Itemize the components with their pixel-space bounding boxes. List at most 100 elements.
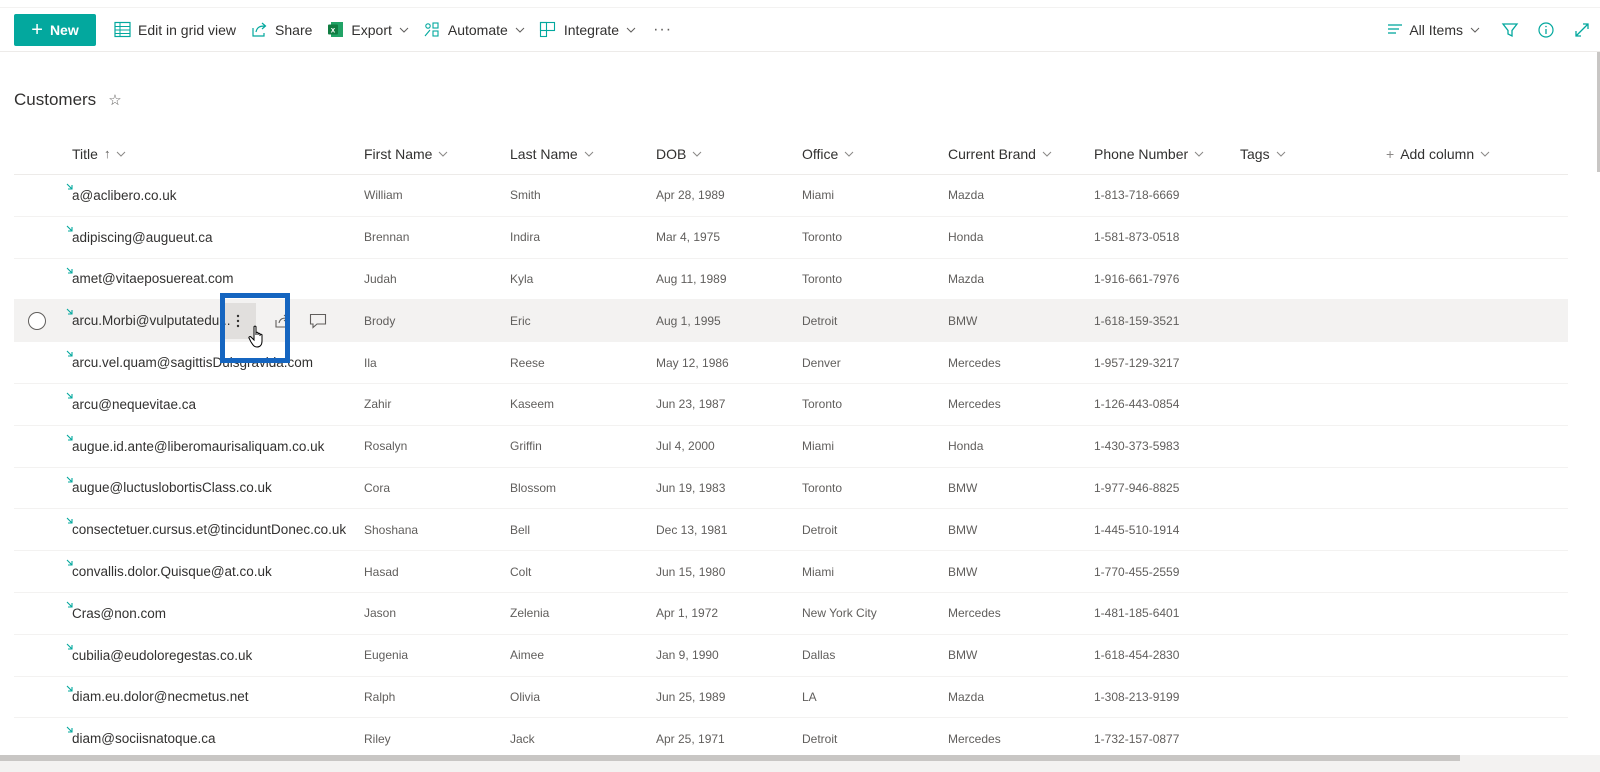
filter-button[interactable] (1492, 14, 1528, 46)
office-cell: LA (802, 689, 817, 704)
brand-cell: Mazda (948, 689, 985, 704)
title-link[interactable]: augue@luctuslobortisClass.co.uk (72, 480, 272, 495)
title-cell[interactable]: arcu.vel.quam@sagittisDuisgravida.com (66, 342, 313, 383)
title-link[interactable]: a@aclibero.co.uk (72, 188, 177, 203)
horizontal-scrollbar[interactable] (0, 755, 1600, 772)
last-name-cell: Blossom (510, 480, 557, 495)
view-commands: All Items (1387, 8, 1600, 52)
sort-ascending-icon: ↑ (103, 146, 111, 161)
export-label: Export (351, 21, 392, 38)
favorite-star-icon[interactable]: ☆ (108, 91, 121, 109)
title-cell[interactable]: a@aclibero.co.uk (66, 175, 177, 216)
export-button[interactable]: x Export (319, 14, 415, 46)
new-button[interactable]: + New (14, 13, 96, 46)
new-item-icon (66, 309, 73, 315)
table-row[interactable]: a@aclibero.co.uk William Smith Apr 28, 1989… (14, 175, 1568, 217)
more-commands-button[interactable]: ··· (643, 21, 682, 39)
title-link[interactable]: Cras@non.com (72, 606, 166, 621)
office-cell: Detroit (802, 522, 838, 537)
expand-icon (1575, 23, 1589, 37)
column-header-title[interactable]: Title ↑ (72, 146, 126, 162)
brand-cell: BMW (948, 648, 978, 663)
title-link[interactable]: diam@sociisnatoque.ca (72, 731, 216, 746)
table-row[interactable]: Cras@non.com Jason Zelenia Apr 1, 1972 New Y… (14, 593, 1568, 635)
table-row[interactable]: cubilia@eudoloregestas.co.uk Eugenia Aimee… (14, 635, 1568, 677)
title-link[interactable]: augue.id.ante@liberomaurisaliquam.co.uk (72, 439, 324, 454)
plus-icon: + (1386, 145, 1395, 162)
brand-cell: BMW (948, 522, 978, 537)
table-row[interactable]: arcu@nequevitae.ca Zahir Kaseem Jun 23, 198… (14, 384, 1568, 426)
table-row[interactable]: consectetuer.cursus.et@tinciduntDonec.co… (14, 509, 1568, 552)
title-cell[interactable]: convallis.dolor.Quisque@at.co.uk (66, 551, 272, 592)
row-select-checkbox[interactable] (28, 312, 46, 331)
title-link[interactable]: arcu.Morbi@vulputatedu... (72, 313, 231, 328)
dob-cell: Apr 28, 1989 (656, 188, 725, 203)
title-link[interactable]: diam.eu.dolor@necmetus.net (72, 689, 249, 704)
table-row[interactable]: arcu.Morbi@vulputatedu... Brody Eric Aug 1,… (14, 300, 1568, 343)
title-link[interactable]: arcu.vel.quam@sagittisDuisgravida.com (72, 355, 313, 370)
title-cell[interactable]: diam@sociisnatoque.ca (66, 718, 216, 759)
first-name-cell: Cora (364, 480, 391, 495)
share-button[interactable]: Share (243, 14, 319, 46)
dob-cell: Jun 25, 1989 (656, 689, 726, 704)
column-last-name-label: Last Name (510, 145, 578, 162)
first-name-cell: Ralph (364, 689, 396, 704)
office-cell: Detroit (802, 731, 838, 746)
integrate-button[interactable]: Integrate (532, 14, 643, 46)
title-link[interactable]: amet@vitaeposuereat.com (72, 271, 234, 286)
column-header-phone-number[interactable]: Phone Number (1094, 146, 1204, 162)
row-actions (220, 303, 334, 340)
title-link[interactable]: consectetuer.cursus.et@tinciduntDonec.co… (72, 522, 346, 537)
table-row[interactable]: amet@vitaeposuereat.com Judah Kyla Aug 11, … (14, 259, 1568, 301)
chevron-down-icon (1042, 151, 1052, 157)
table-row[interactable]: augue.id.ante@liberomaurisaliquam.co.uk R… (14, 426, 1568, 468)
expand-button[interactable] (1564, 14, 1600, 46)
chevron-down-icon (1194, 151, 1204, 157)
first-name-cell: Rosalyn (364, 439, 408, 454)
title-cell[interactable]: Cras@non.com (66, 593, 166, 634)
table-row[interactable]: diam.eu.dolor@necmetus.net Ralph Olivia Jun… (14, 677, 1568, 719)
title-cell[interactable]: augue@luctuslobortisClass.co.uk (66, 468, 272, 509)
title-cell[interactable]: cubilia@eudoloregestas.co.uk (66, 635, 252, 676)
row-comment-button[interactable] (302, 305, 334, 337)
column-header-last-name[interactable]: Last Name (510, 146, 594, 162)
horizontal-scrollbar-thumb[interactable] (0, 755, 1460, 761)
column-header-tags[interactable]: Tags (1240, 146, 1286, 162)
column-header-current-brand[interactable]: Current Brand (948, 146, 1052, 162)
last-name-cell: Jack (510, 731, 535, 746)
brand-cell: BMW (948, 564, 978, 579)
title-cell[interactable]: amet@vitaeposuereat.com (66, 259, 234, 300)
new-item-icon (66, 517, 73, 524)
table-row[interactable]: adipiscing@augueut.ca Brennan Indira Mar 4,… (14, 217, 1568, 259)
table-row[interactable]: diam@sociisnatoque.ca Riley Jack Apr 25, 19… (14, 718, 1568, 761)
table-row[interactable]: augue@luctuslobortisClass.co.uk Cora Bloss… (14, 468, 1568, 510)
title-cell[interactable]: arcu.Morbi@vulputatedu... (66, 300, 231, 341)
title-link[interactable]: cubilia@eudoloregestas.co.uk (72, 648, 252, 663)
office-cell: Dallas (802, 648, 836, 663)
title-cell[interactable]: augue.id.ante@liberomaurisaliquam.co.uk (66, 426, 324, 467)
table-row[interactable]: arcu.vel.quam@sagittisDuisgravida.com Ila… (14, 342, 1568, 384)
title-cell[interactable]: arcu@nequevitae.ca (66, 384, 196, 425)
grid-icon (113, 21, 131, 39)
title-link[interactable]: arcu@nequevitae.ca (72, 397, 196, 412)
column-header-dob[interactable]: DOB (656, 146, 702, 162)
phone-cell: 1-445-510-1914 (1094, 522, 1180, 537)
column-header-first-name[interactable]: First Name (364, 146, 448, 162)
add-column-button[interactable]: + Add column (1386, 146, 1490, 162)
title-cell[interactable]: adipiscing@augueut.ca (66, 217, 213, 258)
dob-cell: Jun 19, 1983 (656, 480, 726, 495)
integrate-label: Integrate (563, 21, 620, 38)
chevron-down-icon (515, 27, 525, 33)
edit-in-grid-view-button[interactable]: Edit in grid view (106, 14, 243, 46)
dob-cell: Jun 23, 1987 (656, 397, 726, 412)
table-row[interactable]: convallis.dolor.Quisque@at.co.uk Hasad Col… (14, 551, 1568, 593)
title-cell[interactable]: consectetuer.cursus.et@tinciduntDonec.co… (66, 509, 346, 550)
title-cell[interactable]: diam.eu.dolor@necmetus.net (66, 677, 249, 718)
automate-button[interactable]: Automate (416, 14, 532, 46)
view-selector[interactable]: All Items (1387, 22, 1480, 39)
title-link[interactable]: convallis.dolor.Quisque@at.co.uk (72, 564, 272, 579)
row-share-button[interactable] (266, 305, 298, 337)
column-header-office[interactable]: Office (802, 146, 854, 162)
title-link[interactable]: adipiscing@augueut.ca (72, 230, 213, 245)
info-button[interactable] (1528, 14, 1564, 46)
